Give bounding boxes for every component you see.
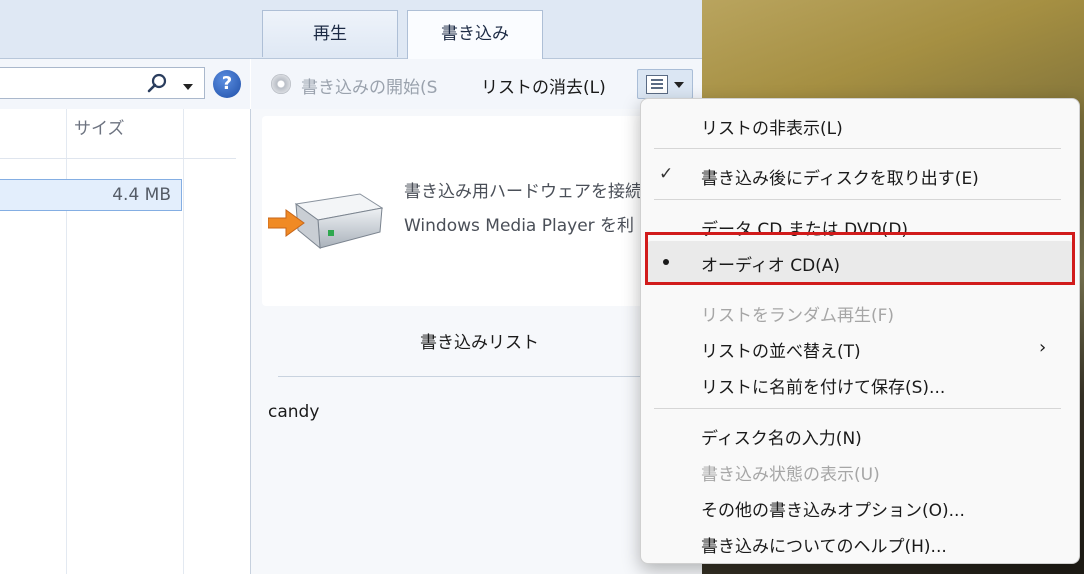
tab-bar: 再生 書き込み	[0, 0, 702, 59]
tab-play[interactable]: 再生	[262, 10, 398, 57]
menu-separator	[654, 408, 1061, 409]
start-burn-label: 書き込みの開始(S	[301, 78, 438, 98]
menu-item-show-burn-status: 書き込み状態の表示(U)	[701, 465, 880, 485]
burn-list-title: 書き込みリスト	[420, 333, 539, 353]
burn-list-divider	[278, 376, 702, 377]
file-size-value: 4.4 MB	[112, 185, 171, 205]
menu-item-eject-after-burn[interactable]: 書き込み後にディスクを取り出す(E)	[701, 164, 979, 189]
chevron-right-icon: ›	[1039, 337, 1047, 358]
column-divider	[183, 109, 184, 574]
checkmark-icon: ✓	[659, 164, 674, 184]
list-item[interactable]: candy	[268, 402, 319, 422]
menu-item-more-burn-options[interactable]: その他の書き込みオプション(O)...	[701, 496, 965, 521]
search-icon[interactable]	[146, 72, 168, 94]
media-player-window: 再生 書き込み ? サイズ 4.4 MB 書き込みの開始(S リストの消去(L)	[0, 0, 702, 574]
start-burn-button[interactable]: 書き込みの開始(S	[271, 73, 437, 98]
burner-drive-icon	[268, 193, 383, 250]
header-divider	[0, 158, 236, 159]
list-options-button[interactable]	[637, 69, 693, 99]
help-icon[interactable]: ?	[213, 70, 241, 98]
search-input[interactable]	[0, 67, 205, 99]
menu-item-hide-list[interactable]: リストの非表示(L)	[701, 114, 843, 139]
chevron-down-icon	[674, 82, 684, 88]
annotation-highlight-box	[645, 232, 1075, 285]
burn-hardware-message-2: Windows Media Player を利	[404, 216, 635, 236]
menu-item-shuffle-list: リストをランダム再生(F)	[701, 306, 895, 326]
tab-burn[interactable]: 書き込み	[407, 10, 543, 59]
menu-separator	[654, 148, 1061, 149]
menu-item-sort-list[interactable]: リストの並べ替え(T)	[701, 337, 861, 362]
menu-item-save-list-as[interactable]: リストに名前を付けて保存(S)...	[701, 373, 945, 398]
search-dropdown-icon[interactable]	[183, 84, 193, 90]
column-header-size[interactable]: サイズ	[74, 114, 125, 139]
burn-options-menu: リストの非表示(L) ✓ 書き込み後にディスクを取り出す(E) データ CD ま…	[640, 98, 1080, 564]
burn-toolbar: 書き込みの開始(S リストの消去(L)	[251, 59, 702, 109]
menu-item-burn-help[interactable]: 書き込みについてのヘルプ(H)...	[701, 532, 947, 557]
clear-list-button[interactable]: リストの消去(L)	[481, 73, 606, 98]
list-options-icon	[646, 75, 668, 94]
menu-item-enter-disc-name[interactable]: ディスク名の入力(N)	[701, 424, 862, 449]
table-row-selected[interactable]: 4.4 MB	[0, 179, 182, 211]
burn-hardware-message: 書き込み用ハードウェアを接続	[404, 182, 642, 202]
menu-separator	[654, 199, 1061, 200]
disc-icon	[271, 74, 291, 94]
